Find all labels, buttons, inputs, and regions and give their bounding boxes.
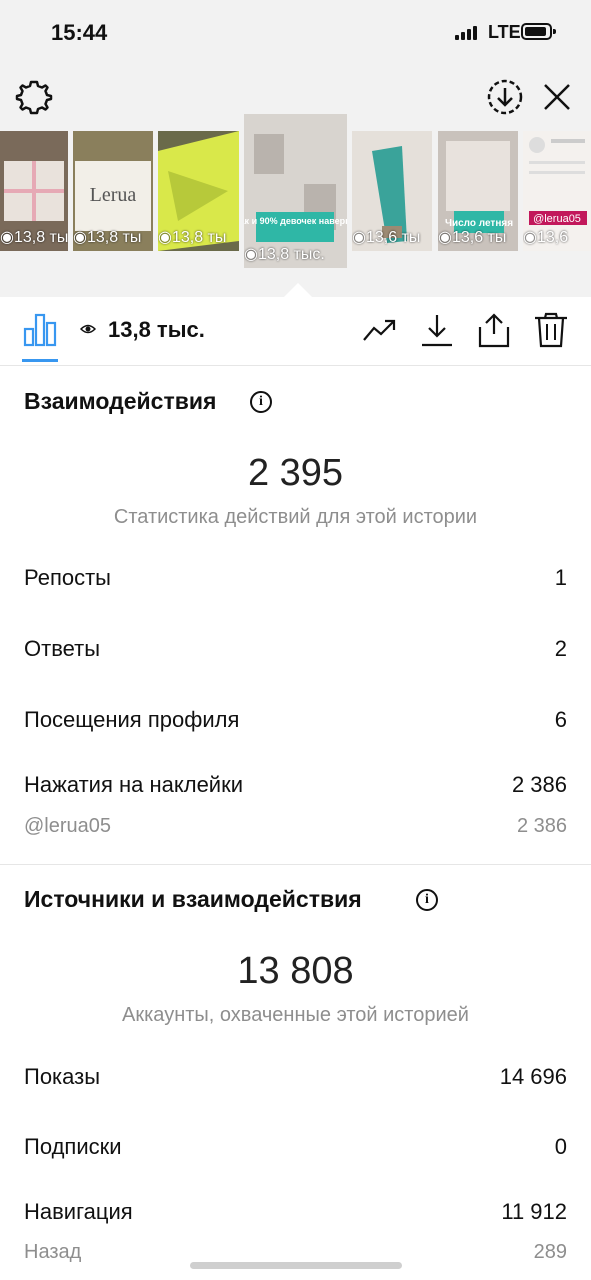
profile-visits-label: Посещения профиля bbox=[24, 707, 240, 732]
settings-gear-icon[interactable] bbox=[15, 78, 53, 116]
interactions-total: 2 395 bbox=[247, 452, 344, 494]
close-icon[interactable] bbox=[540, 80, 574, 114]
save-story-icon[interactable] bbox=[486, 78, 524, 116]
share-icon[interactable] bbox=[476, 312, 512, 348]
info-icon[interactable]: i bbox=[416, 889, 438, 911]
story-thumbnail[interactable]: Число летняя ◉13,6 ты bbox=[438, 131, 518, 251]
story-thumbnail[interactable]: ◉13,8 ты bbox=[0, 131, 68, 251]
story-thumbnail[interactable]: ◉13,6 ты bbox=[352, 131, 432, 251]
story-image-text: Lerua bbox=[90, 184, 137, 206]
sticker-taps-value: 2 386 bbox=[511, 772, 567, 797]
story-thumbnail-selected[interactable]: Как и 90% девочек наверно ◉13,8 тыс. bbox=[244, 114, 347, 268]
replies-value: 2 bbox=[554, 636, 567, 661]
discovery-subtitle: Аккаунты, охваченные этой историей bbox=[122, 1004, 469, 1026]
story-views: ◉13,6 ты bbox=[438, 229, 507, 246]
reposts-label: Репосты bbox=[24, 565, 111, 590]
story-image-text: Как и 90% девочек наверно bbox=[244, 216, 347, 226]
story-views: ◉13,6 bbox=[523, 229, 569, 246]
eye-icon bbox=[80, 324, 96, 334]
follows-value: 0 bbox=[554, 1134, 567, 1159]
story-thumbnail[interactable]: Lerua ◉13,8 ты bbox=[73, 131, 153, 251]
delete-trash-icon[interactable] bbox=[533, 312, 569, 348]
interactions-title: Взаимодействия bbox=[24, 388, 217, 414]
signal-icon bbox=[455, 24, 483, 40]
active-tab-indicator bbox=[22, 359, 58, 362]
back-label: Назад bbox=[24, 1241, 82, 1263]
views-count: 13,8 тыс. bbox=[108, 317, 205, 342]
profile-visits-value: 6 bbox=[554, 707, 567, 732]
impressions-value: 14 696 bbox=[499, 1064, 567, 1089]
section-divider bbox=[0, 864, 591, 865]
download-icon[interactable] bbox=[419, 312, 455, 348]
story-views: ◉13,8 тыс. bbox=[244, 246, 325, 263]
insights-toolbar: 13,8 тыс. bbox=[0, 297, 591, 366]
reposts-value: 1 bbox=[554, 565, 567, 590]
navigation-value: 11 912 bbox=[501, 1199, 567, 1224]
home-indicator[interactable] bbox=[190, 1262, 402, 1269]
replies-label: Ответы bbox=[24, 636, 101, 661]
impressions-label: Показы bbox=[24, 1064, 101, 1089]
interactions-subtitle: Статистика действий для этой истории bbox=[113, 506, 478, 528]
sticker-taps-label: Нажатия на наклейки bbox=[24, 772, 244, 797]
story-image-text: @lerua05 bbox=[533, 213, 581, 225]
battery-icon bbox=[521, 23, 556, 40]
status-time: 15:44 bbox=[51, 20, 108, 45]
network-label: LTE bbox=[488, 22, 521, 42]
insights-bar-chart-icon[interactable] bbox=[22, 311, 58, 347]
discovery-total: 13 808 bbox=[237, 950, 354, 992]
promote-trend-icon[interactable] bbox=[362, 312, 398, 348]
status-bar: 15:44 LTE bbox=[0, 0, 591, 66]
story-views: ◉13,8 ты bbox=[158, 229, 227, 246]
sticker-mention-value: 2 386 bbox=[516, 815, 567, 837]
sticker-mention-label: @lerua05 bbox=[24, 815, 112, 837]
story-thumbnail[interactable]: @lerua05 ◉13,6 bbox=[523, 131, 591, 251]
navigation-label: Навигация bbox=[24, 1199, 133, 1224]
discovery-title: Источники и взаимодействия bbox=[24, 886, 362, 912]
back-value: 289 bbox=[533, 1241, 567, 1263]
follows-label: Подписки bbox=[24, 1134, 122, 1159]
story-views: ◉13,8 ты bbox=[73, 229, 142, 246]
story-thumbnail[interactable]: ◉13,8 ты bbox=[158, 131, 239, 251]
info-icon[interactable]: i bbox=[250, 391, 272, 413]
story-views: ◉13,6 ты bbox=[352, 229, 421, 246]
selected-pointer bbox=[284, 283, 312, 297]
story-views: ◉13,8 ты bbox=[0, 229, 68, 246]
